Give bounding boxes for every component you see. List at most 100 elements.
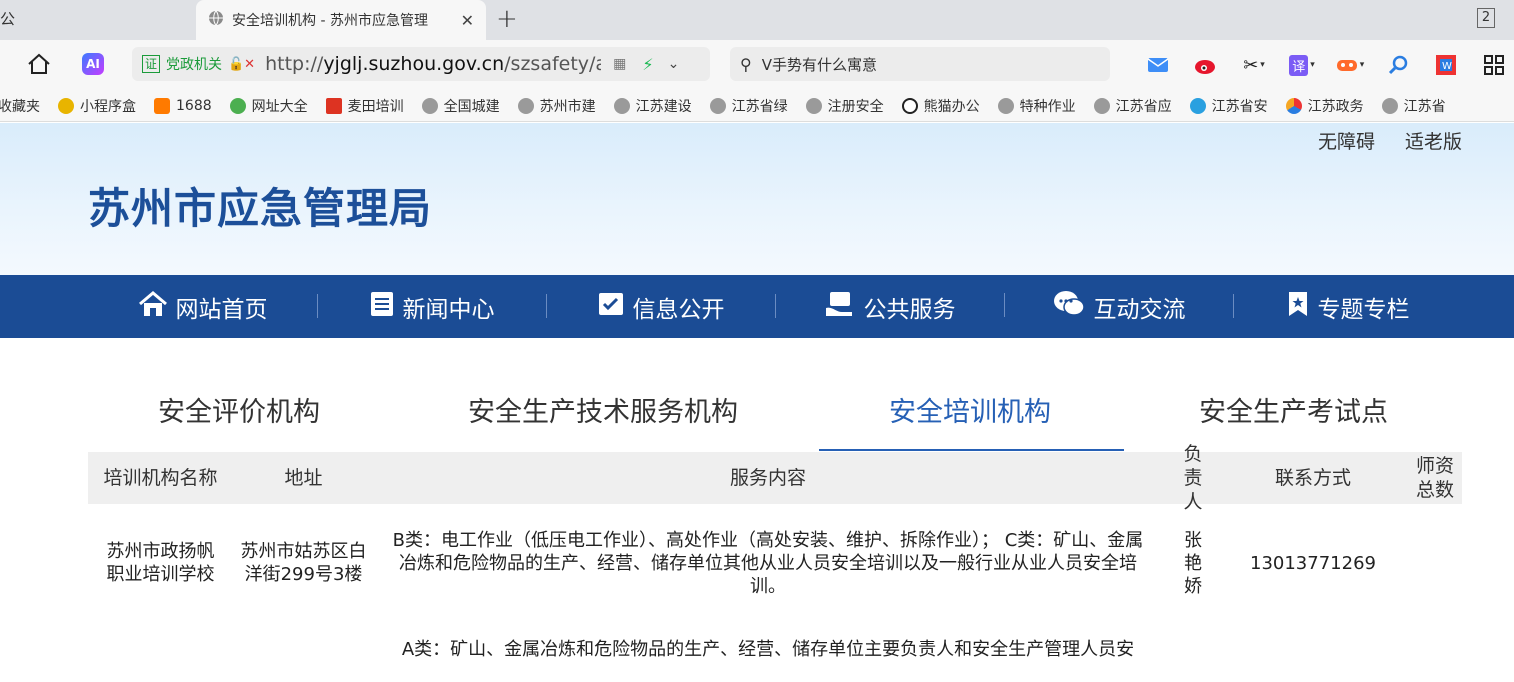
- certificate-icon[interactable]: 证: [142, 55, 160, 73]
- globe-icon: [805, 97, 822, 114]
- header-address: 地址: [284, 467, 323, 489]
- tab-exam-sites[interactable]: 安全生产考试点: [1199, 390, 1388, 429]
- nav-item-interaction[interactable]: 互动交流: [1004, 289, 1233, 325]
- elder-mode-link[interactable]: 适老版: [1405, 127, 1462, 154]
- mt-icon: [325, 97, 342, 114]
- bookmark-item[interactable]: 江苏省: [1381, 96, 1446, 116]
- table-header: 培训机构名称 地址 服务内容 负责人 联系方式 师资总数: [88, 443, 1462, 513]
- insecure-lock-icon[interactable]: 🔓✕: [228, 57, 255, 72]
- office-icon[interactable]: W: [1422, 52, 1470, 78]
- service-icon: [824, 290, 856, 324]
- lightning-icon[interactable]: ⚡: [642, 55, 653, 74]
- tab-count-badge[interactable]: 2: [1477, 8, 1495, 28]
- cell-person: [1163, 622, 1223, 682]
- translate-icon[interactable]: 译 ▾: [1278, 52, 1326, 78]
- tab-safety-training[interactable]: 安全培训机构: [889, 390, 1051, 429]
- search-bar[interactable]: ⚲ V手势有什么寓意: [730, 47, 1110, 81]
- chevron-down-icon[interactable]: ⌄: [668, 56, 680, 72]
- scissors-icon[interactable]: ✂ ▾: [1230, 52, 1278, 78]
- bookmark-item[interactable]: 网址大全: [229, 96, 308, 116]
- game-icon[interactable]: ▾: [1326, 52, 1374, 78]
- training-institutions-table: 培训机构名称 地址 服务内容 负责人 联系方式 师资总数 苏州市政扬帆职业培训学…: [88, 443, 1462, 682]
- cell-address: 苏州市姑苏区白洋街299号3楼: [240, 541, 367, 585]
- gov-service-icon: [1285, 97, 1302, 114]
- cell-service: A类：矿山、金属冶炼和危险物品的生产、经营、储存单位主要负责人和安全生产管理人员…: [401, 639, 1135, 660]
- bookmark-item[interactable]: 麦田培训: [325, 96, 404, 116]
- nav-label: 新闻中心: [402, 296, 495, 323]
- header-phone: 联系方式: [1274, 467, 1351, 489]
- nav-item-home[interactable]: 网站首页: [88, 290, 317, 324]
- table-row: A类：矿山、金属冶炼和危险物品的生产、经营、储存单位主要负责人和安全生产管理人员…: [88, 622, 1462, 682]
- search-icon: ⚲: [740, 54, 752, 74]
- site-title[interactable]: 苏州市应急管理局: [88, 175, 432, 236]
- globe-icon: [613, 97, 630, 114]
- bookmark-item[interactable]: 江苏政务: [1285, 96, 1364, 116]
- cell-person: 张艳娇: [1184, 529, 1202, 597]
- home-icon: [138, 290, 168, 324]
- magnifier-icon[interactable]: [1374, 52, 1422, 78]
- nav-label: 公共服务: [863, 296, 956, 323]
- site-header: 无障碍 适老版 苏州市应急管理局: [0, 123, 1514, 275]
- bookmark-item[interactable]: 熊猫办公: [901, 96, 980, 116]
- bookmarks-bar: 收藏夹 小程序盒 1688 网址大全 麦田培训 全国城建 苏州市建 江苏建设 江…: [0, 90, 1514, 122]
- home-icon[interactable]: [26, 52, 52, 80]
- tab-active[interactable]: 安全培训机构 - 苏州市应急管理 ✕: [196, 0, 486, 40]
- main-nav: 网站首页 新闻中心 信息公开 公共服务 互动交流 专题专栏: [0, 275, 1514, 338]
- qr-code-icon[interactable]: ▦: [613, 56, 626, 72]
- category-tabs: 安全评价机构 安全生产技术服务机构 安全培训机构 安全生产考试点: [88, 380, 1462, 452]
- svg-text:W: W: [1442, 61, 1452, 72]
- nav-item-info[interactable]: 信息公开: [546, 290, 775, 324]
- tab-tech-service[interactable]: 安全生产技术服务机构: [468, 390, 738, 429]
- url-text[interactable]: http://yjglj.suzhou.gov.cn/szsafety/aqpx…: [265, 53, 601, 75]
- cell-address: [233, 622, 374, 682]
- cell-teachers: [1403, 622, 1462, 682]
- bookmark-item[interactable]: 苏州市建: [517, 96, 596, 116]
- globe-icon: [997, 97, 1014, 114]
- bookmark-item[interactable]: 江苏省绿: [709, 96, 788, 116]
- mail-icon[interactable]: [1134, 52, 1182, 78]
- bookmark-item[interactable]: 江苏省应: [1093, 96, 1172, 116]
- header-service: 服务内容: [729, 467, 806, 489]
- toolbar-icons: ✂ ▾ 译 ▾ ▾ W: [1134, 52, 1514, 78]
- ai-icon[interactable]: AI: [82, 53, 104, 75]
- nav-item-topics[interactable]: 专题专栏: [1233, 290, 1462, 324]
- url-directory-icon: [229, 97, 246, 114]
- tab-safety-evaluation[interactable]: 安全评价机构: [158, 390, 320, 429]
- globe-icon: [1381, 97, 1398, 114]
- header-name: 培训机构名称: [103, 467, 218, 489]
- bookmark-item[interactable]: 全国城建: [421, 96, 500, 116]
- bookmark-item[interactable]: 江苏省安: [1189, 96, 1268, 116]
- weibo-icon[interactable]: [1182, 52, 1230, 78]
- address-bar[interactable]: 证 党政机关 🔓✕ http://yjglj.suzhou.gov.cn/szs…: [132, 47, 710, 81]
- bookmark-item[interactable]: 收藏夹: [0, 96, 40, 116]
- cell-phone: [1228, 622, 1398, 682]
- alibaba-icon: [154, 97, 170, 114]
- grid-icon[interactable]: [1470, 52, 1514, 78]
- info-icon: [597, 290, 625, 324]
- bookmark-item[interactable]: 江苏建设: [613, 96, 692, 116]
- bookmark-icon: [1286, 290, 1310, 324]
- bookmark-item[interactable]: 特种作业: [997, 96, 1076, 116]
- new-tab-button[interactable]: +: [496, 4, 518, 34]
- bookmark-item[interactable]: 1688: [154, 97, 212, 114]
- nav-label: 信息公开: [632, 296, 725, 323]
- accessibility-links: 无障碍 适老版: [1318, 127, 1462, 154]
- bookmark-item[interactable]: 小程序盒: [58, 96, 136, 116]
- bookmark-item[interactable]: 注册安全: [805, 96, 884, 116]
- cell-phone: 13013771269: [1250, 552, 1376, 574]
- tab-strip: 公 安全培训机构 - 苏州市应急管理 ✕ + 2: [0, 0, 1514, 40]
- accessibility-link[interactable]: 无障碍: [1318, 127, 1375, 154]
- globe-icon: [1093, 97, 1110, 114]
- search-placeholder: V手势有什么寓意: [761, 55, 877, 74]
- nav-item-service[interactable]: 公共服务: [775, 290, 1004, 324]
- header-person: 负责人: [1183, 443, 1203, 513]
- nav-item-news[interactable]: 新闻中心: [317, 290, 546, 324]
- globe-icon: [421, 97, 438, 114]
- tab-previous[interactable]: 公: [0, 8, 15, 29]
- header-teachers: 师资总数: [1415, 455, 1454, 501]
- table-row: 苏州市政扬帆职业培训学校 苏州市姑苏区白洋街299号3楼 B类：电工作业（低压电…: [88, 504, 1462, 622]
- news-icon: [369, 290, 395, 324]
- close-tab-icon[interactable]: ✕: [461, 11, 474, 30]
- cell-service: B类：电工作业（低压电工作业）、高处作业（高处安装、维护、拆除作业）； C类：矿…: [392, 529, 1144, 597]
- nav-label: 互动交流: [1093, 296, 1186, 323]
